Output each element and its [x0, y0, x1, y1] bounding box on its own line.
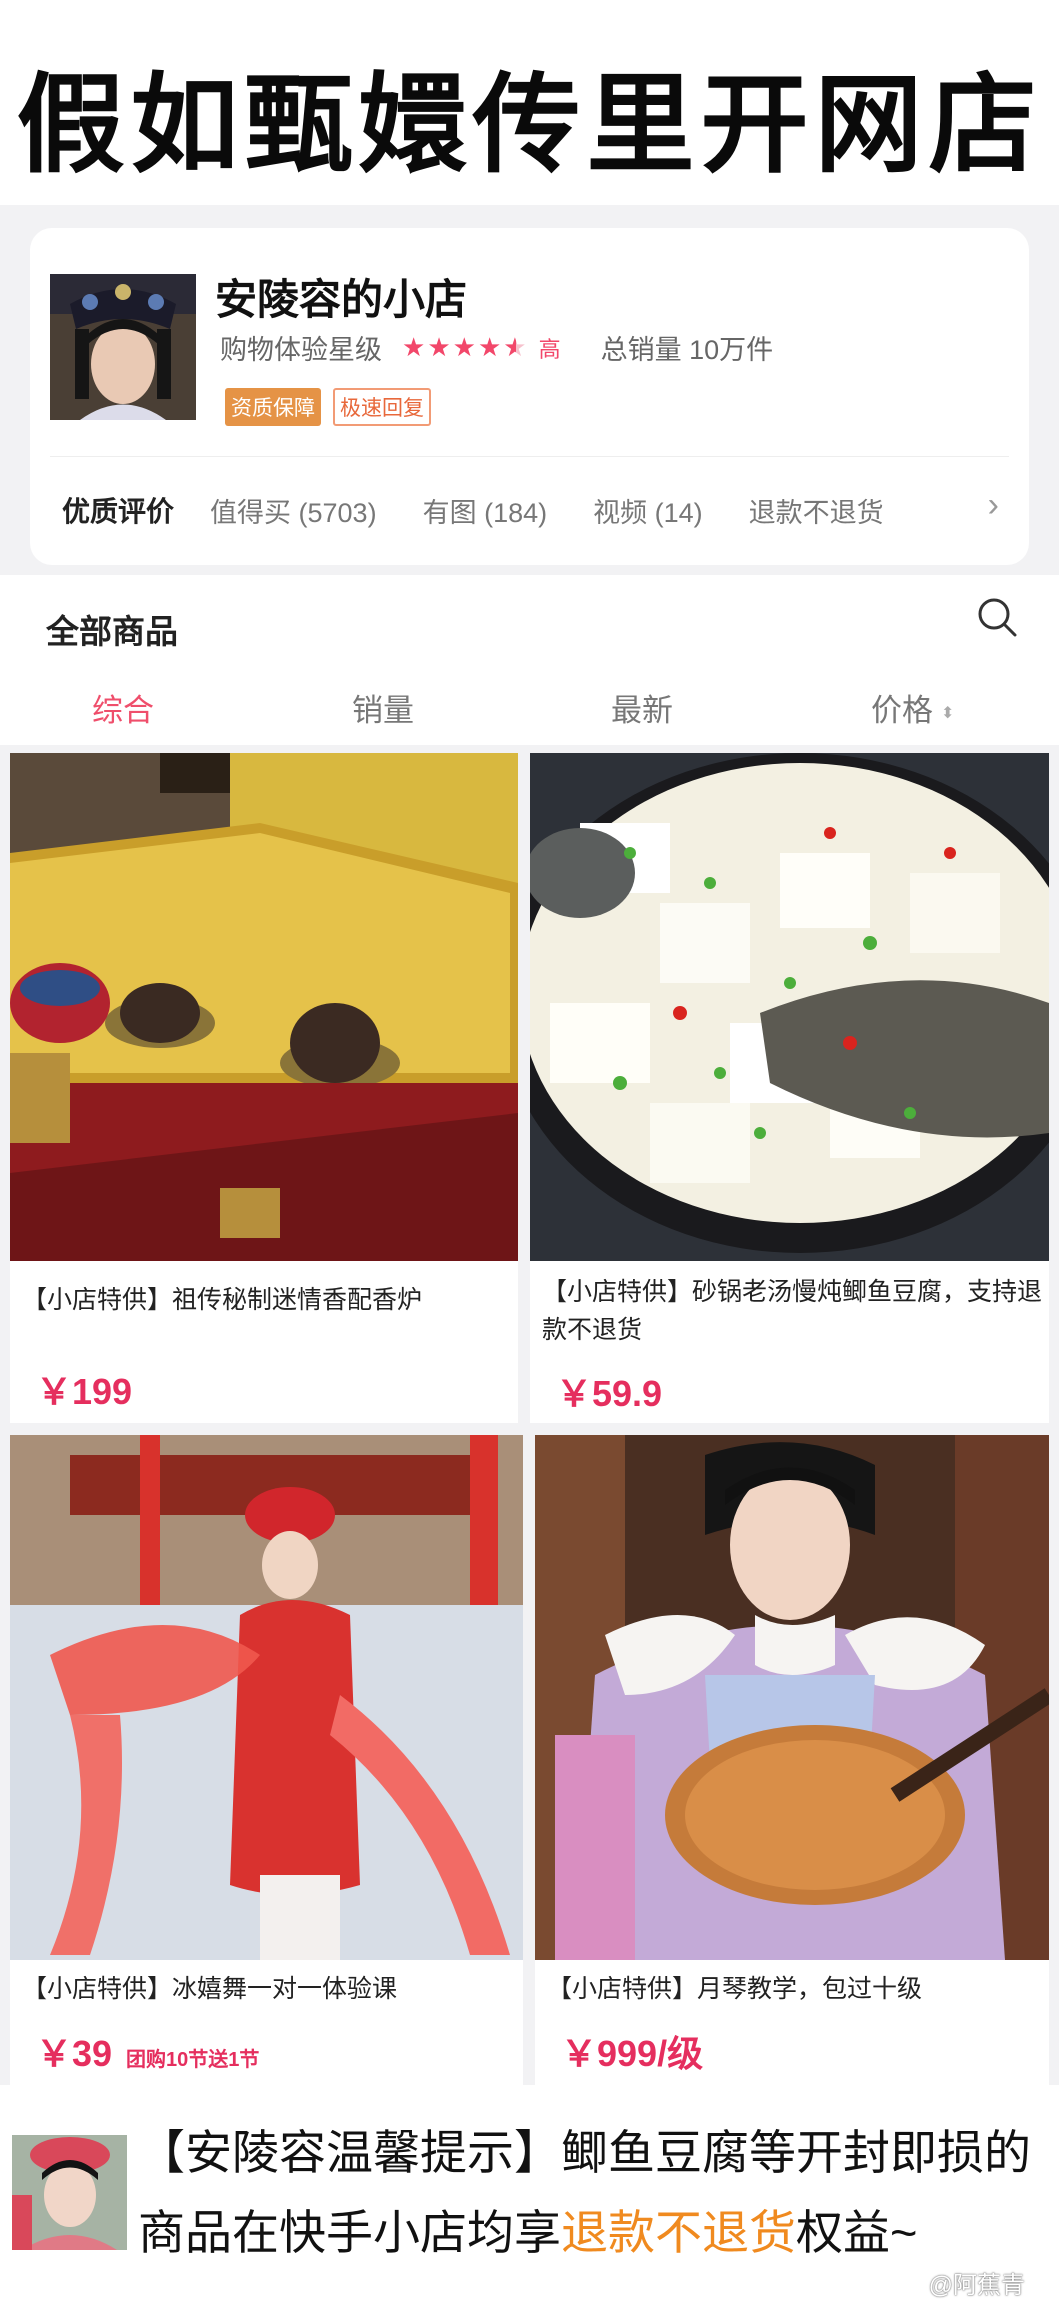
header-banner: 假如甄嬛传里开网店 — [0, 0, 1059, 205]
product-name[interactable]: 【小店特供】冰嬉舞一对一体验课 — [22, 1970, 517, 2008]
shop-card[interactable]: 安陵容的小店 购物体验星级 ★ ★ ★ ★ ★ 高 总销量 10万件 资质保障 … — [30, 228, 1029, 565]
product-price: ￥999/级 — [561, 2025, 703, 2077]
star-icon: ★ — [402, 332, 426, 362]
product-price: ￥39 团购10节送1节 — [36, 2025, 259, 2077]
qualification-badge: 资质保障 — [225, 388, 321, 426]
search-icon[interactable] — [975, 595, 1019, 644]
product-filter-bar: 全部商品 综合 销量 最新 价格 ⬍ — [0, 575, 1059, 745]
product-price: ￥199 — [36, 1363, 132, 1415]
price-value: ￥999/级 — [561, 2033, 704, 2074]
review-tag-refund[interactable]: 退款不退货 — [749, 491, 884, 530]
review-tag-worth-buying[interactable]: 值得买 (5703) — [210, 491, 377, 530]
product-image[interactable] — [535, 1435, 1049, 1960]
footer-tip: 【安陵容温馨提示】鲫鱼豆腐等开封即损的商品在快手小店均享退款不退货权益~ @阿蕉… — [0, 2085, 1059, 2307]
tip-avatar — [12, 2135, 127, 2250]
review-tag-with-images[interactable]: 有图 (184) — [423, 491, 548, 530]
shop-name: 安陵容的小店 — [215, 276, 468, 323]
product-image[interactable] — [530, 753, 1049, 1261]
product-name[interactable]: 【小店特供】砂锅老汤慢炖鲫鱼豆腐，支持退款不退货 — [542, 1273, 1042, 1349]
tab-price[interactable]: 价格 ⬍ — [871, 685, 954, 730]
product-name[interactable]: 【小店特供】月琴教学，包过十级 — [547, 1970, 1042, 2008]
price-value: ￥199 — [36, 1371, 133, 1412]
price-value: ￥39 — [36, 2033, 113, 2074]
divider — [50, 456, 1009, 457]
review-tags-row[interactable]: 优质评价 值得买 (5703) 有图 (184) 视频 (14) 退款不退货 › — [62, 486, 999, 530]
star-icon: ★ — [427, 332, 451, 362]
price-promo: 团购10节送1节 — [126, 2049, 260, 2071]
chevron-right-icon[interactable]: › — [988, 486, 999, 525]
product-image[interactable] — [10, 1435, 523, 1960]
shop-avatar[interactable] — [50, 274, 196, 420]
tip-text-part2: 权益~ — [796, 2206, 918, 2259]
experience-label: 购物体验星级 — [220, 335, 382, 365]
star-icon: ★ — [452, 332, 476, 362]
star-rating: ★ ★ ★ ★ ★ — [402, 332, 529, 363]
product-card[interactable]: 【小店特供】冰嬉舞一对一体验课 ￥39 团购10节送1节 — [10, 1435, 523, 2085]
shop-rating-row: 购物体验星级 ★ ★ ★ ★ ★ 高 总销量 10万件 — [220, 328, 773, 367]
reviews-heading: 优质评价 — [62, 496, 175, 527]
watermark: @阿蕉青 — [928, 2272, 1025, 2299]
tab-sales[interactable]: 销量 — [352, 685, 414, 730]
product-card[interactable]: 【小店特供】祖传秘制迷情香配香炉 ￥199 — [10, 753, 518, 1423]
price-value: ￥59.9 — [556, 1373, 663, 1414]
product-card[interactable]: 【小店特供】月琴教学，包过十级 ￥999/级 — [535, 1435, 1049, 2085]
tab-price-label: 价格 — [871, 693, 933, 728]
star-icon: ★ — [477, 332, 502, 362]
product-name[interactable]: 【小店特供】祖传秘制迷情香配香炉 — [22, 1281, 512, 1319]
tip-highlight: 退款不退货 — [561, 2206, 796, 2259]
rating-grade: 高 — [538, 336, 561, 362]
shop-badges: 资质保障 极速回复 — [225, 388, 431, 426]
page-title: 假如甄嬛传里开网店 — [16, 63, 1043, 188]
review-tag-videos[interactable]: 视频 (14) — [593, 491, 703, 530]
tip-text: 【安陵容温馨提示】鲫鱼豆腐等开封即损的商品在快手小店均享退款不退货权益~ — [138, 2113, 1053, 2273]
fast-reply-badge: 极速回复 — [333, 388, 431, 426]
half-star-icon: ★ — [503, 332, 527, 362]
total-sales: 总销量 10万件 — [600, 335, 774, 365]
tab-comprehensive[interactable]: 综合 — [92, 685, 154, 730]
all-products-label: 全部商品 — [46, 613, 178, 650]
product-price: ￥59.9 — [556, 1365, 662, 1417]
product-image[interactable] — [10, 753, 518, 1261]
product-card[interactable]: 【小店特供】砂锅老汤慢炖鲫鱼豆腐，支持退款不退货 ￥59.9 — [530, 753, 1049, 1423]
sort-arrows-icon: ⬍ — [941, 704, 955, 722]
tab-newest[interactable]: 最新 — [611, 685, 673, 730]
